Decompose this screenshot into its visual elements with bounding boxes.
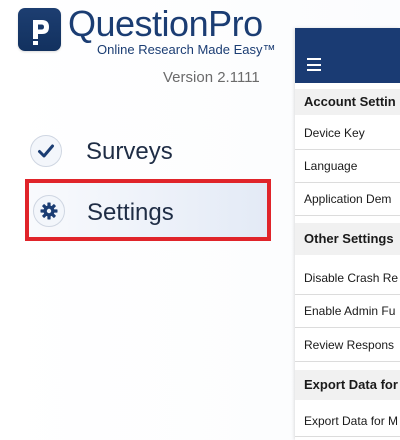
section-header-account-settings: Account Settin xyxy=(295,89,400,115)
hamburger-menu-icon[interactable] xyxy=(307,58,321,71)
settings-row-enable-admin[interactable]: Enable Admin Fu xyxy=(295,295,400,328)
brand-tagline: Online Research Made Easy™ xyxy=(97,42,276,57)
settings-row-language[interactable]: Language xyxy=(295,150,400,183)
menu-item-label: Surveys xyxy=(86,138,173,165)
questionpro-logo-icon xyxy=(18,8,61,51)
checkmark-icon xyxy=(30,135,62,167)
app-version: Version 2.1111 xyxy=(163,69,260,86)
settings-row-device-key[interactable]: Device Key xyxy=(295,117,400,150)
settings-header-bar xyxy=(295,28,400,83)
app-window: QuestionPro Online Research Made Easy™ V… xyxy=(0,0,400,440)
menu-item-surveys[interactable]: Surveys xyxy=(26,125,271,177)
section-header-export-data: Export Data for xyxy=(295,370,400,400)
section-header-other-settings: Other Settings xyxy=(295,223,400,255)
brand-name: QuestionPro xyxy=(68,3,263,44)
settings-panel: Account Settin Device Key Language Appli… xyxy=(295,28,400,440)
settings-row-application-demo[interactable]: Application Dem xyxy=(295,183,400,216)
side-menu: QuestionPro Online Research Made Easy™ V… xyxy=(0,0,295,440)
settings-row-export-data[interactable]: Export Data for M xyxy=(295,405,400,437)
menu-item-label: Settings xyxy=(87,199,174,226)
menu-item-settings[interactable]: Settings xyxy=(25,179,271,241)
settings-row-review-responses[interactable]: Review Respons xyxy=(295,328,400,362)
gear-icon xyxy=(33,195,65,227)
settings-row-disable-crash-reporting[interactable]: Disable Crash Re xyxy=(295,261,400,295)
